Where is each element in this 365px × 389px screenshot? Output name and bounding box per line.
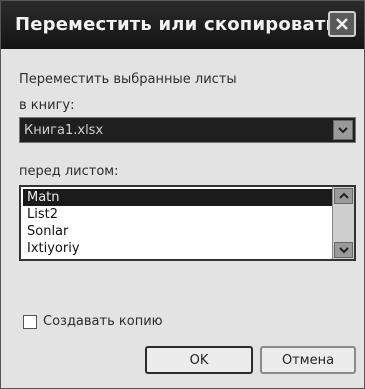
close-icon [336, 18, 348, 30]
sheet-list-item[interactable]: Sonlar [23, 223, 332, 240]
before-sheet-label: перед листом: [19, 164, 119, 179]
title-bar[interactable]: Переместить или скопировать [1, 1, 364, 49]
ok-button[interactable]: OK [145, 346, 253, 374]
move-selected-sheets-label: Переместить выбранные листы [19, 72, 237, 87]
move-copy-dialog: Переместить или скопировать Переместить … [0, 0, 365, 389]
book-select-value: Книга1.xlsx [24, 123, 104, 138]
sheet-list-item[interactable]: Ixtiyoriy [23, 240, 332, 257]
scroll-up-button[interactable] [334, 188, 353, 204]
book-select-dropdown-button[interactable] [333, 120, 353, 140]
cancel-button[interactable]: Отмена [260, 346, 356, 374]
dialog-title: Переместить или скопировать [15, 14, 338, 35]
scroll-down-icon [338, 247, 349, 254]
create-copy-checkbox[interactable] [23, 315, 37, 329]
close-button[interactable] [328, 11, 356, 37]
book-label: в книгу: [19, 98, 75, 113]
create-copy-label[interactable]: Создавать копию [43, 314, 163, 329]
sheet-list-item[interactable]: List2 [23, 206, 332, 223]
sheet-list-scrollbar[interactable] [332, 187, 354, 259]
book-select[interactable]: Книга1.xlsx [19, 117, 356, 143]
sheet-list-item[interactable]: Matn [23, 189, 332, 206]
chevron-down-icon [338, 127, 348, 134]
scroll-up-icon [338, 192, 349, 199]
scroll-down-button[interactable] [334, 242, 353, 258]
sheet-list[interactable]: Matn List2 Sonlar Ixtiyoriy [19, 185, 356, 261]
